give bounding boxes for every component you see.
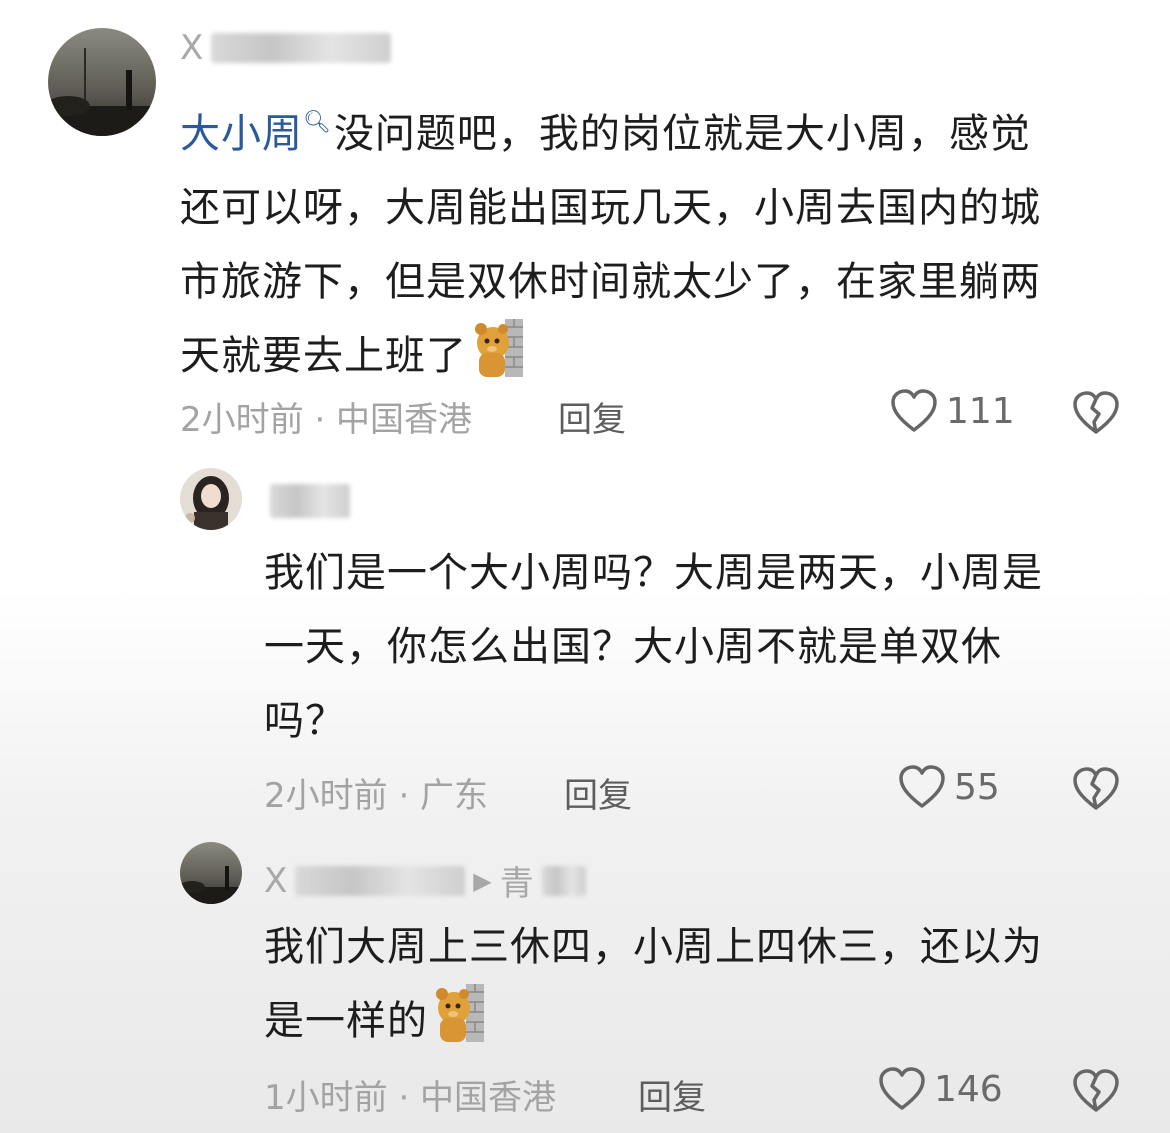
broken-heart-icon — [1073, 767, 1119, 810]
like-button[interactable]: 146 — [878, 1066, 1003, 1112]
search-icon[interactable]: 🔍︎ — [303, 110, 332, 135]
heart-icon — [879, 1067, 925, 1110]
avatar[interactable] — [180, 468, 242, 530]
comment-text: 我们大周上三休四，小周上四休三，还以为 是一样的 — [264, 910, 1043, 1058]
redacted-name — [270, 484, 350, 518]
comment-line: 一天，你怎么出国？大小周不就是单双休 — [264, 624, 1002, 670]
reply-button[interactable]: 回复 — [564, 768, 632, 817]
reply-button[interactable]: 回复 — [638, 1070, 706, 1119]
username[interactable] — [262, 484, 350, 518]
like-button[interactable]: 111 — [890, 388, 1015, 434]
heart-icon — [899, 765, 945, 808]
topic-link[interactable]: 大小周 — [180, 111, 303, 157]
dislike-button[interactable] — [1072, 390, 1120, 440]
bear-peeking-wall-emoji — [473, 319, 525, 377]
comment-text: 我们是一个大小周吗？大周是两天，小周是 一天，你怎么出国？大小周不就是单双休 吗… — [264, 536, 1043, 758]
like-button[interactable]: 55 — [898, 764, 1000, 810]
comment-line: 没问题吧，我的岗位就是大小周，感觉 — [333, 111, 1031, 157]
redacted-name — [211, 33, 392, 63]
redacted-name — [295, 865, 466, 896]
comment-meta: 2小时前 · 中国香港 — [180, 400, 473, 440]
redacted-name — [541, 865, 586, 896]
comment-text: 大小周🔍︎没问题吧，我的岗位就是大小周，感觉 还可以呀，大周能出国玩几天，小周去… — [180, 86, 1041, 393]
comment-line: 我们大周上三休四，小周上四休三，还以为 — [264, 924, 1043, 970]
comment-line: 是一样的 — [264, 998, 428, 1044]
dislike-button[interactable] — [1072, 766, 1120, 816]
username-text: X — [264, 860, 288, 901]
avatar[interactable] — [180, 842, 242, 904]
heart-icon — [891, 389, 937, 432]
reply-button[interactable]: 回复 — [558, 392, 626, 441]
like-count: 146 — [934, 1068, 1003, 1110]
comment-meta: 2小时前 · 广东 — [264, 776, 489, 816]
like-count: 55 — [954, 766, 1000, 808]
username[interactable]: X ▶ 青 — [264, 856, 586, 905]
dislike-button[interactable] — [1072, 1068, 1120, 1118]
comment-line: 天就要去上班了 — [180, 333, 467, 379]
like-count: 111 — [946, 390, 1015, 432]
comment-meta: 1小时前 · 中国香港 — [264, 1078, 557, 1118]
comment-line: 市旅游下，但是双休时间就太少了，在家里躺两 — [180, 259, 1041, 305]
comment-line: 还可以呀，大周能出国玩几天，小周去国内的城 — [180, 185, 1041, 231]
reply-arrow-icon: ▶ — [473, 866, 492, 895]
bear-peeking-wall-emoji — [434, 984, 486, 1042]
broken-heart-icon — [1073, 1069, 1119, 1112]
comment-line: 我们是一个大小周吗？大周是两天，小周是 — [264, 550, 1043, 596]
reply-to-name: 青 — [499, 864, 534, 904]
broken-heart-icon — [1073, 391, 1119, 434]
comment-line: 吗？ — [264, 698, 346, 744]
username[interactable]: X — [180, 28, 392, 68]
avatar[interactable] — [48, 28, 156, 136]
username-text: X — [180, 28, 204, 68]
